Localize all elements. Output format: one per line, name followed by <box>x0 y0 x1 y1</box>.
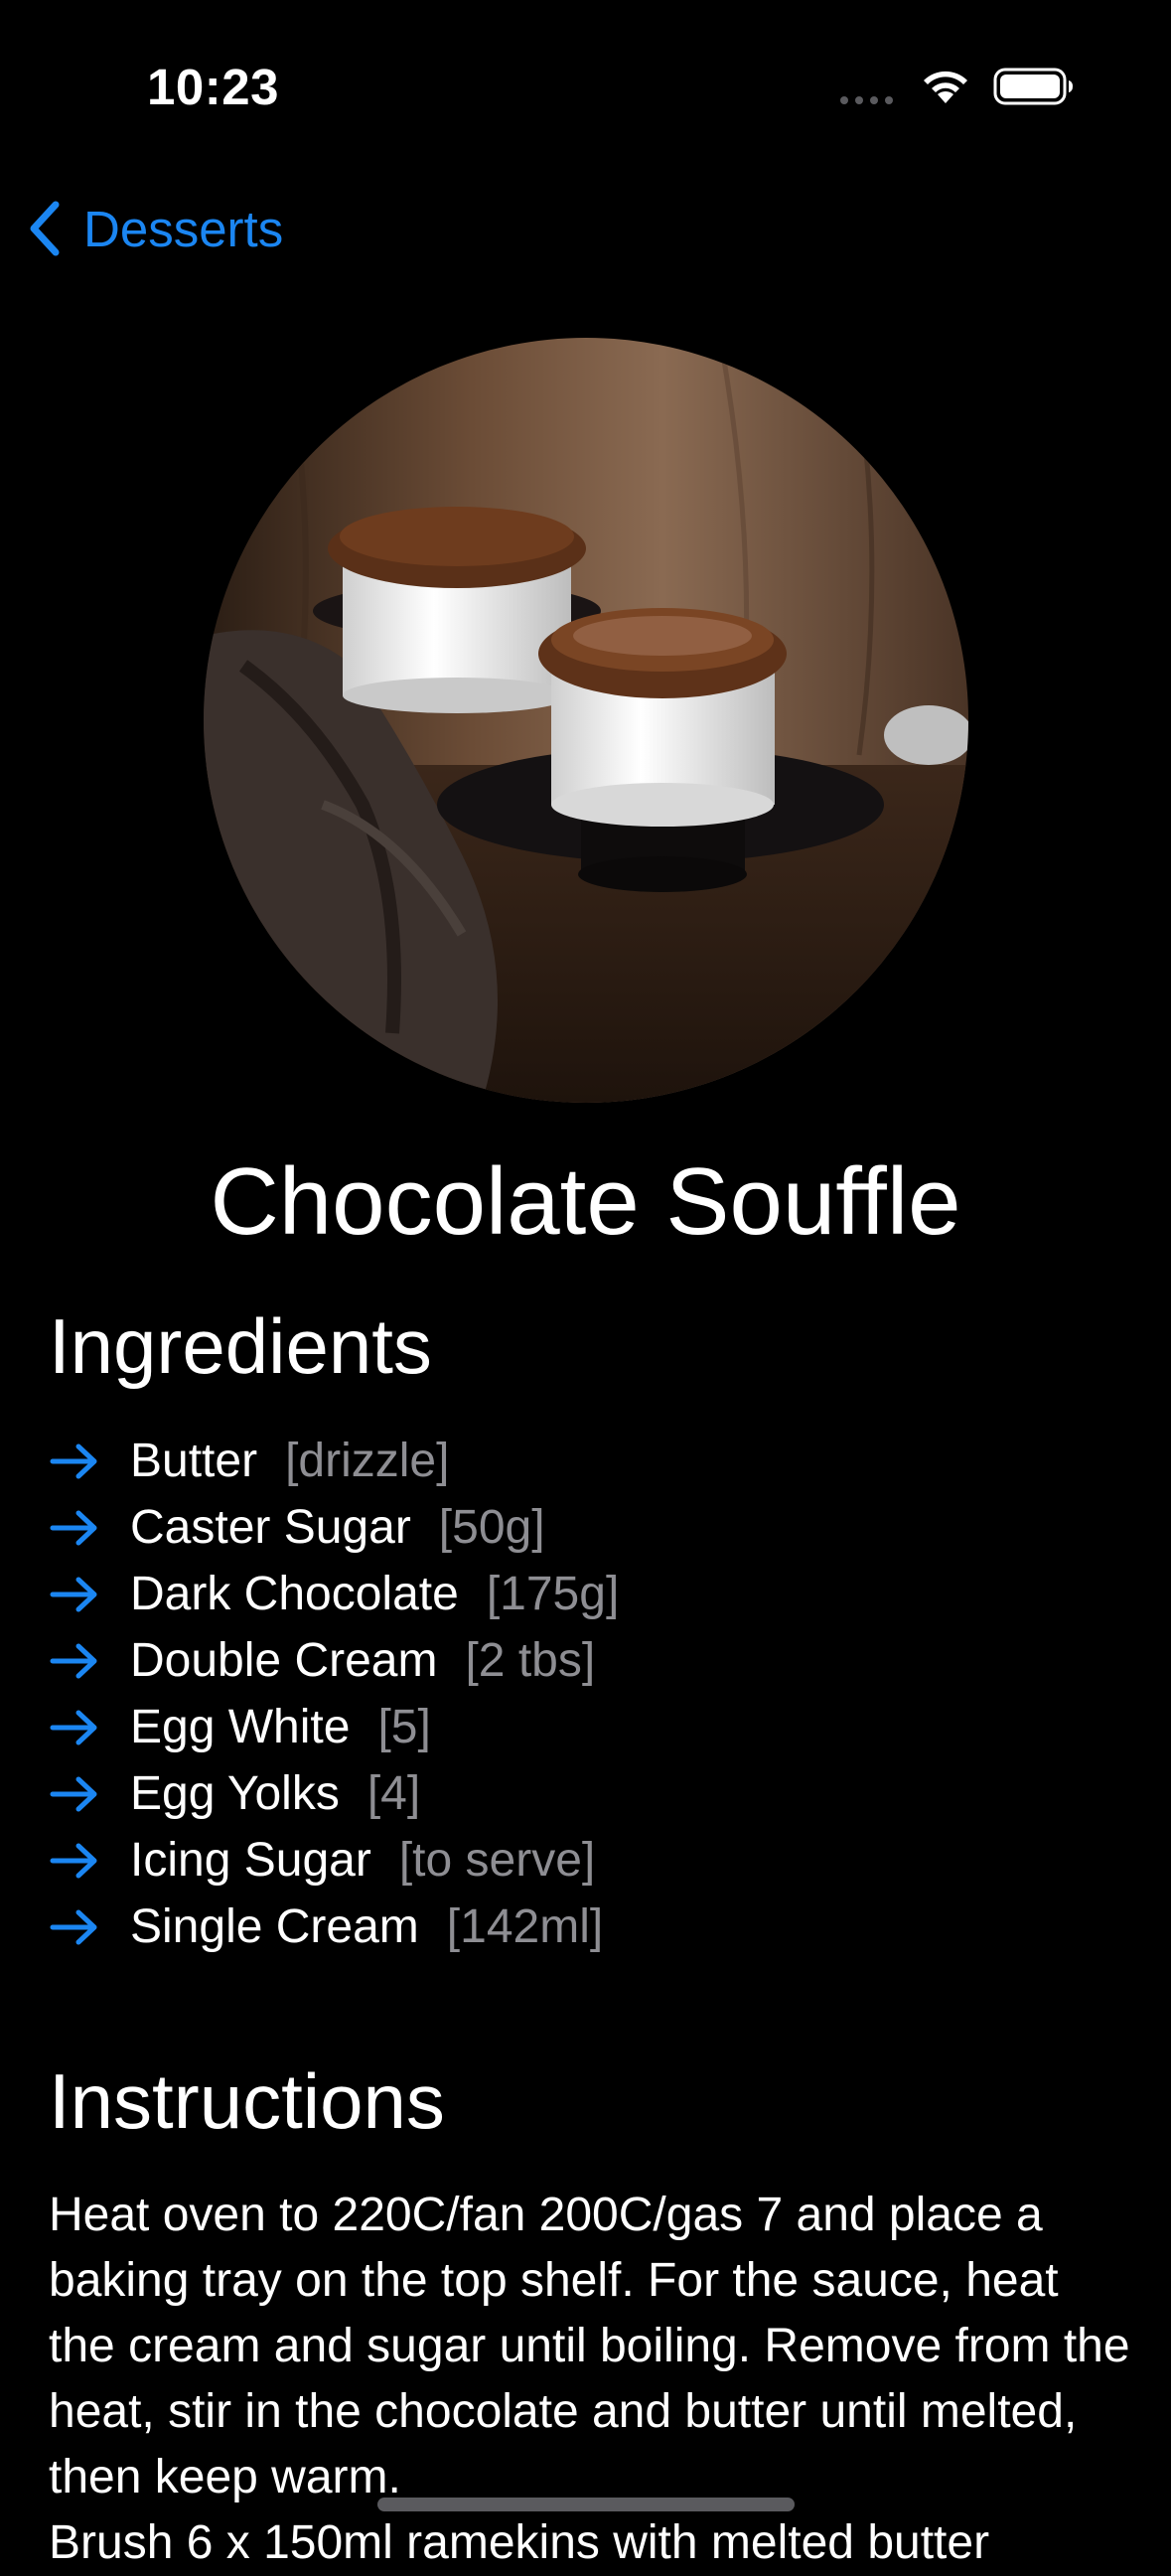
arrow-right-icon <box>50 1909 97 1944</box>
arrow-right-icon <box>50 1843 97 1878</box>
ingredient-quantity: [5] <box>377 1701 431 1753</box>
ingredient-item: Single Cream [142ml] <box>49 1894 1141 1960</box>
arrow-right-icon <box>50 1776 97 1811</box>
ingredients-list: Butter [drizzle] Caster Sugar [50g] Dark… <box>49 1428 1141 1960</box>
recipe-image <box>204 338 968 1103</box>
battery-icon <box>993 68 1073 105</box>
arrow-right-icon <box>50 1643 97 1678</box>
cellular-signal-icon <box>840 96 893 104</box>
ingredient-name: Caster Sugar <box>130 1501 411 1554</box>
ingredients-heading: Ingredients <box>49 1302 432 1390</box>
ingredient-quantity: [175g] <box>486 1568 620 1620</box>
ingredient-quantity: [50g] <box>438 1501 545 1554</box>
ingredient-quantity: [to serve] <box>398 1834 596 1887</box>
ingredient-name: Single Cream <box>130 1900 419 1953</box>
ingredient-item: Dark Chocolate [175g] <box>49 1561 1141 1627</box>
ingredient-item: Double Cream [2 tbs] <box>49 1627 1141 1694</box>
status-time: 10:23 <box>147 59 279 115</box>
arrow-right-icon <box>50 1443 97 1478</box>
arrow-right-icon <box>50 1510 97 1545</box>
recipe-title: Chocolate Souffle <box>210 1148 961 1255</box>
back-label: Desserts <box>83 200 284 257</box>
ingredient-item: Icing Sugar [to serve] <box>49 1827 1141 1894</box>
ingredient-name: Egg Yolks <box>130 1767 340 1820</box>
ingredient-name: Dark Chocolate <box>130 1568 459 1620</box>
ingredient-item: Egg White [5] <box>49 1694 1141 1760</box>
instructions-text: Heat oven to 220C/fan 200C/gas 7 and pla… <box>49 2189 1130 2569</box>
back-button[interactable]: Desserts <box>24 189 283 268</box>
home-indicator[interactable] <box>377 2498 795 2511</box>
ingredient-item: Caster Sugar [50g] <box>49 1494 1141 1561</box>
ingredient-quantity: [drizzle] <box>285 1435 450 1487</box>
status-bar: 10:23 <box>0 0 1171 169</box>
wifi-icon <box>924 71 967 103</box>
arrow-right-icon <box>50 1710 97 1744</box>
ingredient-quantity: [4] <box>366 1767 421 1820</box>
ingredient-quantity: [142ml] <box>446 1900 604 1953</box>
arrow-right-icon <box>50 1577 97 1611</box>
ingredient-name: Butter <box>130 1435 258 1487</box>
ingredient-name: Double Cream <box>130 1634 438 1687</box>
ingredient-item: Butter [drizzle] <box>49 1428 1141 1494</box>
chevron-left-icon <box>30 201 60 256</box>
ingredient-name: Egg White <box>130 1701 351 1753</box>
ingredient-item: Egg Yolks [4] <box>49 1760 1141 1827</box>
instructions-heading: Instructions <box>49 2057 445 2145</box>
chocolate-souffle-photo <box>204 338 968 1103</box>
ingredient-quantity: [2 tbs] <box>465 1634 596 1687</box>
ingredient-name: Icing Sugar <box>130 1834 371 1887</box>
